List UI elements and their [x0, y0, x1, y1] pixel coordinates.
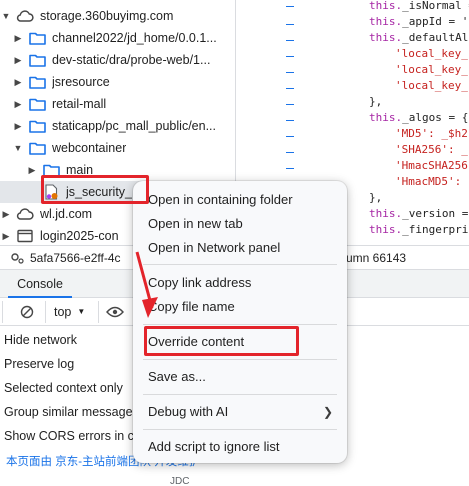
code-line: this._appId = ': [369, 15, 469, 28]
chevron-right-icon[interactable]: ▶: [26, 165, 38, 176]
folder-icon: [28, 74, 46, 90]
toolbar-divider: [2, 300, 16, 323]
option-show-cors-errors[interactable]: Show CORS errors in c: [0, 424, 140, 448]
menu-item-copy-link-address[interactable]: Copy link address: [133, 271, 347, 295]
menu-item-debug-with-ai[interactable]: Debug with AI ❯: [133, 400, 347, 424]
page-footer-logo-text: JDC: [170, 476, 190, 486]
folder-icon: [28, 96, 46, 112]
chevron-right-icon[interactable]: ▶: [12, 33, 24, 44]
tree-folder[interactable]: ▶ dev-static/dra/probe-web/1...: [0, 49, 235, 71]
tree-item-label: channel2022/jd_home/0.0.1...: [52, 31, 217, 45]
frame-icon: [16, 228, 34, 244]
chevron-right-icon[interactable]: ▶: [0, 231, 12, 242]
chevron-right-icon[interactable]: ▶: [0, 209, 12, 220]
toolbar-divider: [91, 300, 100, 323]
code-line: this._defaultAlg: [369, 31, 469, 44]
context-selector-label: top: [54, 304, 72, 319]
code-line: 'local_key_: [395, 79, 468, 92]
tree-folder[interactable]: ▶ retail-mall: [0, 93, 235, 115]
tree-folder[interactable]: ▶ jsresource: [0, 71, 235, 93]
code-line: 'HmacSHA256: [395, 159, 468, 172]
code-line: 'SHA256': _: [395, 143, 468, 156]
chevron-right-icon: ❯: [322, 405, 333, 419]
code-line: 'HmacMD5':: [395, 175, 468, 188]
tree-folder[interactable]: ▼ webcontainer: [0, 137, 235, 159]
cloud-icon: [16, 8, 34, 24]
tree-root-label: storage.360buyimg.com: [40, 9, 174, 23]
code-line: 'local_key_: [395, 47, 468, 60]
menu-item-open-in-network-panel[interactable]: Open in Network panel: [133, 236, 347, 260]
tree-item-label: dev-static/dra/probe-web/1...: [52, 53, 211, 67]
folder-icon: [28, 30, 46, 46]
tree-item-label: retail-mall: [52, 97, 107, 111]
menu-item-save-as[interactable]: Save as...: [133, 365, 347, 389]
chevron-right-icon[interactable]: ▶: [12, 99, 24, 110]
menu-item-label: Debug with AI: [148, 404, 229, 419]
menu-separator: [143, 429, 337, 430]
folder-icon: [28, 140, 46, 156]
menu-separator: [143, 264, 337, 265]
option-preserve-log[interactable]: Preserve log: [0, 352, 140, 376]
option-group-similar[interactable]: Group similar message: [0, 400, 140, 424]
menu-separator: [143, 359, 337, 360]
chevron-right-icon[interactable]: ▶: [12, 55, 24, 66]
chevron-down-icon[interactable]: ▼: [0, 11, 12, 21]
code-line: },: [369, 95, 383, 108]
code-line: this._isNormal =: [369, 0, 469, 12]
menu-item-copy-file-name[interactable]: Copy file name: [133, 295, 347, 319]
tree-item-label: jsresource: [52, 75, 110, 89]
settings-gear-icon[interactable]: [4, 247, 30, 269]
toolbar-divider: [38, 300, 46, 323]
caret-down-icon: ▼: [77, 307, 86, 316]
option-selected-context-only[interactable]: Selected context only: [0, 376, 140, 400]
code-line: this._algos = {: [369, 111, 469, 124]
code-line: this._fingerprin: [369, 223, 469, 236]
tree-folder[interactable]: ▶ channel2022/jd_home/0.0.1...: [0, 27, 235, 49]
chevron-right-icon[interactable]: ▶: [12, 121, 24, 132]
tree-item-label: staticapp/pc_mall_public/en...: [52, 119, 216, 133]
menu-separator: [143, 394, 337, 395]
tab-console[interactable]: Console: [0, 270, 80, 298]
clear-console-icon[interactable]: [16, 301, 38, 323]
chevron-right-icon[interactable]: ▶: [12, 77, 24, 88]
context-selector[interactable]: top ▼: [54, 301, 85, 323]
annotation-highlight-file: [41, 175, 149, 204]
tree-folder[interactable]: ▶ staticapp/pc_mall_public/en...: [0, 115, 235, 137]
code-line: },: [369, 191, 383, 204]
folder-icon: [28, 118, 46, 134]
cloud-icon: [16, 206, 34, 222]
tree-item-label: login2025-con: [40, 229, 119, 243]
folder-icon: [28, 52, 46, 68]
tree-root[interactable]: ▼ storage.360buyimg.com: [0, 5, 235, 27]
status-text-left: 5afa7566-e2ff-4c: [30, 250, 121, 265]
code-line: 'local_key_: [395, 63, 468, 76]
menu-item-open-containing-folder[interactable]: Open in containing folder: [133, 188, 347, 212]
code-line: 'MD5': _$h2: [395, 127, 468, 140]
eye-icon[interactable]: [105, 301, 125, 323]
status-text-right: umn 66143: [346, 250, 407, 265]
tree-item-label: webcontainer: [52, 141, 127, 155]
menu-item-open-in-new-tab[interactable]: Open in new tab: [133, 212, 347, 236]
menu-separator: [143, 324, 337, 325]
context-menu: Open in containing folder Open in new ta…: [133, 181, 347, 463]
code-line: this._version =: [369, 207, 469, 220]
option-hide-network[interactable]: Hide network: [0, 328, 140, 352]
menu-item-add-script-to-ignore-list[interactable]: Add script to ignore list: [133, 435, 347, 459]
annotation-highlight-override: [144, 326, 299, 356]
chevron-down-icon[interactable]: ▼: [12, 143, 24, 153]
tree-item-label: wl.jd.com: [40, 207, 93, 221]
